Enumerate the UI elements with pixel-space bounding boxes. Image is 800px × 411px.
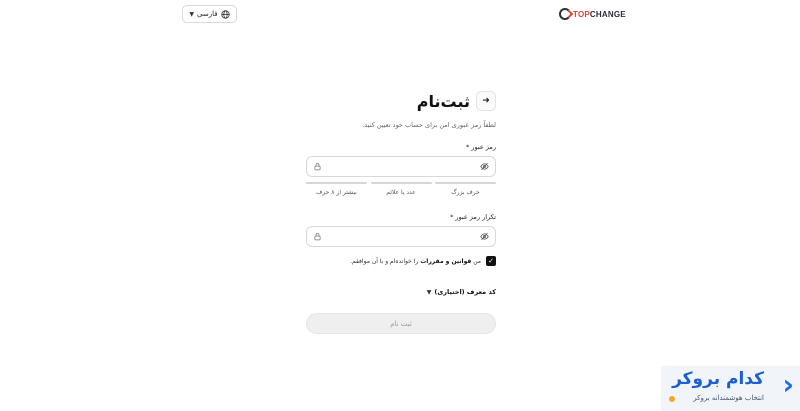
password-rules: حرف بزرگ عدد یا علائم بیشتر از ۸ حرف (306, 182, 496, 196)
watermark-title: کدام بروکر (672, 369, 764, 389)
password-input[interactable] (326, 163, 476, 170)
confirm-password-input[interactable] (326, 233, 476, 240)
eye-off-icon[interactable] (480, 162, 489, 171)
page-title: ثبت‌نام (416, 91, 470, 111)
eye-off-icon[interactable] (480, 232, 489, 241)
logo-mark-icon (559, 8, 571, 20)
check-icon: ✓ (488, 257, 494, 265)
terms-row: ✓ من قوانین و مقررات را خوانده‌ام و با آ… (306, 256, 496, 266)
logo-text-top: TOP (573, 9, 590, 19)
rule-bar (370, 182, 432, 184)
required-mark: * (466, 143, 470, 151)
arrow-right-icon: ➜ (482, 96, 490, 106)
back-button[interactable]: ➜ (476, 91, 496, 111)
signup-form: ➜ ثبت‌نام لطفاً رمز عبوری امن برای حساب … (306, 90, 496, 334)
lock-icon (313, 232, 322, 241)
rule-number-symbol: عدد یا علائم (370, 182, 432, 196)
chevron-down-icon: ▼ (426, 288, 432, 296)
title-row: ➜ ثبت‌نام (306, 90, 496, 112)
referral-label: کد معرف (اختیاری) (434, 288, 496, 296)
confirm-password-field[interactable] (306, 226, 496, 247)
submit-label: ثبت نام (390, 319, 412, 328)
rule-bar (435, 182, 496, 184)
confirm-password-label: تکرار رمز عبور * (450, 213, 496, 221)
chevron-left-icon: ‹ (782, 368, 794, 401)
watermark-badge: ‹ کدام بروکر انتخاب هوشمندانه بروکر (661, 366, 800, 411)
terms-checkbox[interactable]: ✓ (486, 256, 496, 266)
password-field[interactable] (306, 156, 496, 177)
chevron-down-icon: ▼ (189, 10, 195, 18)
page-subtitle: لطفاً رمز عبوری امن برای حساب خود تعیین … (362, 121, 496, 129)
topchange-logo[interactable]: TOPCHANGE (559, 8, 626, 20)
logo-text-change: CHANGE (589, 9, 626, 19)
terms-link[interactable]: قوانین و مقررات (420, 258, 471, 265)
watermark-subtitle: انتخاب هوشمندانه بروکر (693, 394, 764, 402)
rule-label: بیشتر از ۸ حرف (316, 189, 357, 196)
dot-icon (669, 396, 675, 402)
globe-icon (220, 9, 230, 19)
lock-icon (313, 162, 322, 171)
language-label: فارسی (197, 10, 218, 18)
rule-label: حرف بزرگ (451, 189, 480, 196)
rule-length: بیشتر از ۸ حرف (306, 182, 367, 196)
rule-label: عدد یا علائم (386, 189, 416, 196)
required-mark: * (450, 213, 454, 221)
terms-text: من قوانین و مقررات را خوانده‌ام و با آن … (350, 257, 481, 265)
rule-uppercase: حرف بزرگ (435, 182, 496, 196)
submit-button[interactable]: ثبت نام (306, 313, 496, 334)
referral-toggle[interactable]: کد معرف (اختیاری) ▼ (306, 288, 496, 296)
top-header: ▼ فارسی TOPCHANGE (0, 0, 800, 30)
password-label: رمز عبور * (466, 143, 496, 151)
rule-bar (306, 182, 367, 184)
language-selector[interactable]: ▼ فارسی (182, 5, 237, 23)
